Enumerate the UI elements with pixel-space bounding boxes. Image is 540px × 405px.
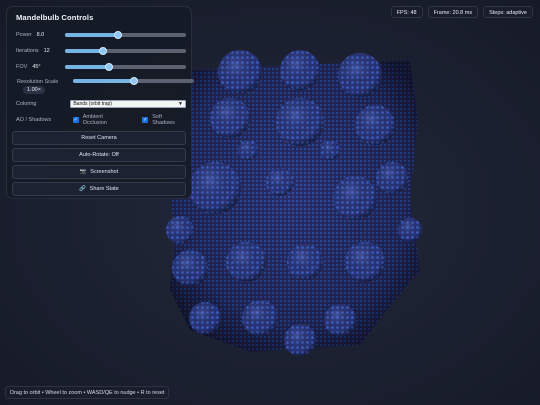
resolution-label: Resolution Scale bbox=[17, 79, 59, 85]
coloring-label: Coloring bbox=[16, 101, 37, 107]
checkbox-checked-icon[interactable]: ✓ bbox=[142, 117, 149, 123]
controls-panel: Mandelbulb Controls Power 8.0 Iterations… bbox=[6, 6, 194, 199]
power-value: 8.0 bbox=[36, 32, 45, 38]
fractal-bulb-shade bbox=[266, 168, 294, 196]
ao-shadows-label: AO / Shadows bbox=[16, 117, 52, 123]
iterations-value: 12 bbox=[43, 48, 50, 54]
fractal-bulb-shade bbox=[189, 162, 241, 214]
power-label: Power bbox=[16, 32, 32, 38]
fractal-bulb-shade bbox=[376, 162, 408, 194]
fractal-bulb-shade bbox=[226, 242, 266, 282]
chevron-down-icon: ▼ bbox=[178, 101, 183, 107]
reset-camera-label: Reset Camera bbox=[81, 135, 117, 141]
fractal-bulb-shade bbox=[210, 98, 250, 138]
fractal-bulb-shade bbox=[189, 302, 221, 334]
fov-slider[interactable] bbox=[65, 62, 186, 71]
stats-bar: FPS: 48 Frame: 20.8 ms Steps: adaptive bbox=[390, 6, 533, 18]
coloring-select[interactable]: Bands (orbit trap) ▼ bbox=[70, 100, 186, 108]
fractal-bulb-shade bbox=[238, 140, 258, 160]
steps-badge: Steps: adaptive bbox=[483, 6, 533, 18]
fractal-bulb-shade bbox=[398, 218, 422, 242]
fractal-bulb-shade bbox=[333, 176, 377, 220]
fractal-bulb-shade bbox=[345, 242, 385, 282]
share-state-label: Share State bbox=[89, 186, 119, 192]
iterations-control: Iterations 12 bbox=[12, 43, 186, 59]
panel-title: Mandelbulb Controls bbox=[16, 13, 94, 22]
fractal-bulb-shade bbox=[284, 324, 316, 356]
frame-time-badge: Frame: 20.8 ms bbox=[427, 6, 479, 18]
ambient-occlusion-checkbox[interactable]: ✓ Ambient Occlusion bbox=[72, 114, 129, 126]
fractal-bulb-shade bbox=[172, 250, 208, 286]
iterations-label: Iterations bbox=[16, 48, 39, 54]
resolution-slider-fill bbox=[73, 79, 134, 83]
screenshot-button[interactable]: 📷 Screenshot bbox=[12, 165, 186, 179]
reset-camera-button[interactable]: Reset Camera bbox=[12, 131, 186, 145]
resolution-control: Resolution Scale 1.00× bbox=[12, 76, 194, 94]
fractal-body bbox=[165, 50, 422, 356]
auto-rotate-label: Auto-Rotate: Off bbox=[79, 152, 119, 158]
auto-rotate-button[interactable]: Auto-Rotate: Off bbox=[12, 148, 186, 162]
share-state-button[interactable]: 🔗 Share State bbox=[12, 182, 186, 196]
fov-value: 45° bbox=[32, 64, 41, 70]
fractal-bulb-shade bbox=[324, 304, 356, 336]
soft-shadows-checkbox[interactable]: ✓ Soft Shadows bbox=[142, 114, 186, 126]
power-slider-fill bbox=[65, 33, 119, 37]
fov-slider-thumb[interactable] bbox=[104, 62, 113, 71]
fractal-bulb-shade bbox=[242, 300, 278, 336]
power-slider[interactable] bbox=[65, 30, 186, 39]
fractal-bulb-shade bbox=[338, 53, 382, 97]
iterations-slider[interactable] bbox=[65, 46, 186, 55]
fractal-bulb-shade bbox=[276, 98, 324, 146]
fractal-bulb-shade bbox=[218, 50, 262, 94]
fractal-bulb-shade bbox=[280, 50, 320, 90]
fov-label: FOV bbox=[16, 64, 28, 70]
link-icon: 🔗 bbox=[79, 186, 87, 192]
power-control: Power 8.0 bbox=[12, 27, 186, 43]
fractal-bulb-shade bbox=[287, 244, 323, 280]
coloring-control: Coloring Bands (orbit trap) ▼ bbox=[12, 96, 186, 112]
camera-icon: 📷 bbox=[79, 169, 87, 175]
checkbox-checked-icon[interactable]: ✓ bbox=[72, 117, 79, 123]
soft-shadows-label: Soft Shadows bbox=[152, 114, 175, 126]
resolution-slider-thumb[interactable] bbox=[129, 76, 138, 85]
fps-badge: FPS: 48 bbox=[390, 6, 423, 18]
fractal-bulb-shade bbox=[166, 216, 194, 244]
controls-hint: Drag to orbit • Wheel to zoom • WASD/QE … bbox=[5, 386, 170, 399]
fractal-bulb-shade bbox=[355, 105, 395, 145]
resolution-slider[interactable] bbox=[73, 76, 194, 85]
resolution-value: 1.00× bbox=[23, 86, 45, 94]
fov-control: FOV 45° bbox=[12, 59, 186, 75]
ao-shadows-control: AO / Shadows ✓ Ambient Occlusion ✓ Soft … bbox=[12, 112, 186, 128]
ambient-occlusion-label: Ambient Occlusion bbox=[82, 114, 107, 126]
iterations-slider-fill bbox=[65, 49, 103, 53]
iterations-slider-thumb[interactable] bbox=[98, 46, 107, 55]
fractal-bulb-shade bbox=[320, 140, 340, 160]
screenshot-label: Screenshot bbox=[90, 169, 119, 175]
fov-slider-fill bbox=[65, 65, 109, 69]
power-slider-thumb[interactable] bbox=[114, 30, 123, 39]
coloring-selected: Bands (orbit trap) bbox=[73, 101, 112, 107]
